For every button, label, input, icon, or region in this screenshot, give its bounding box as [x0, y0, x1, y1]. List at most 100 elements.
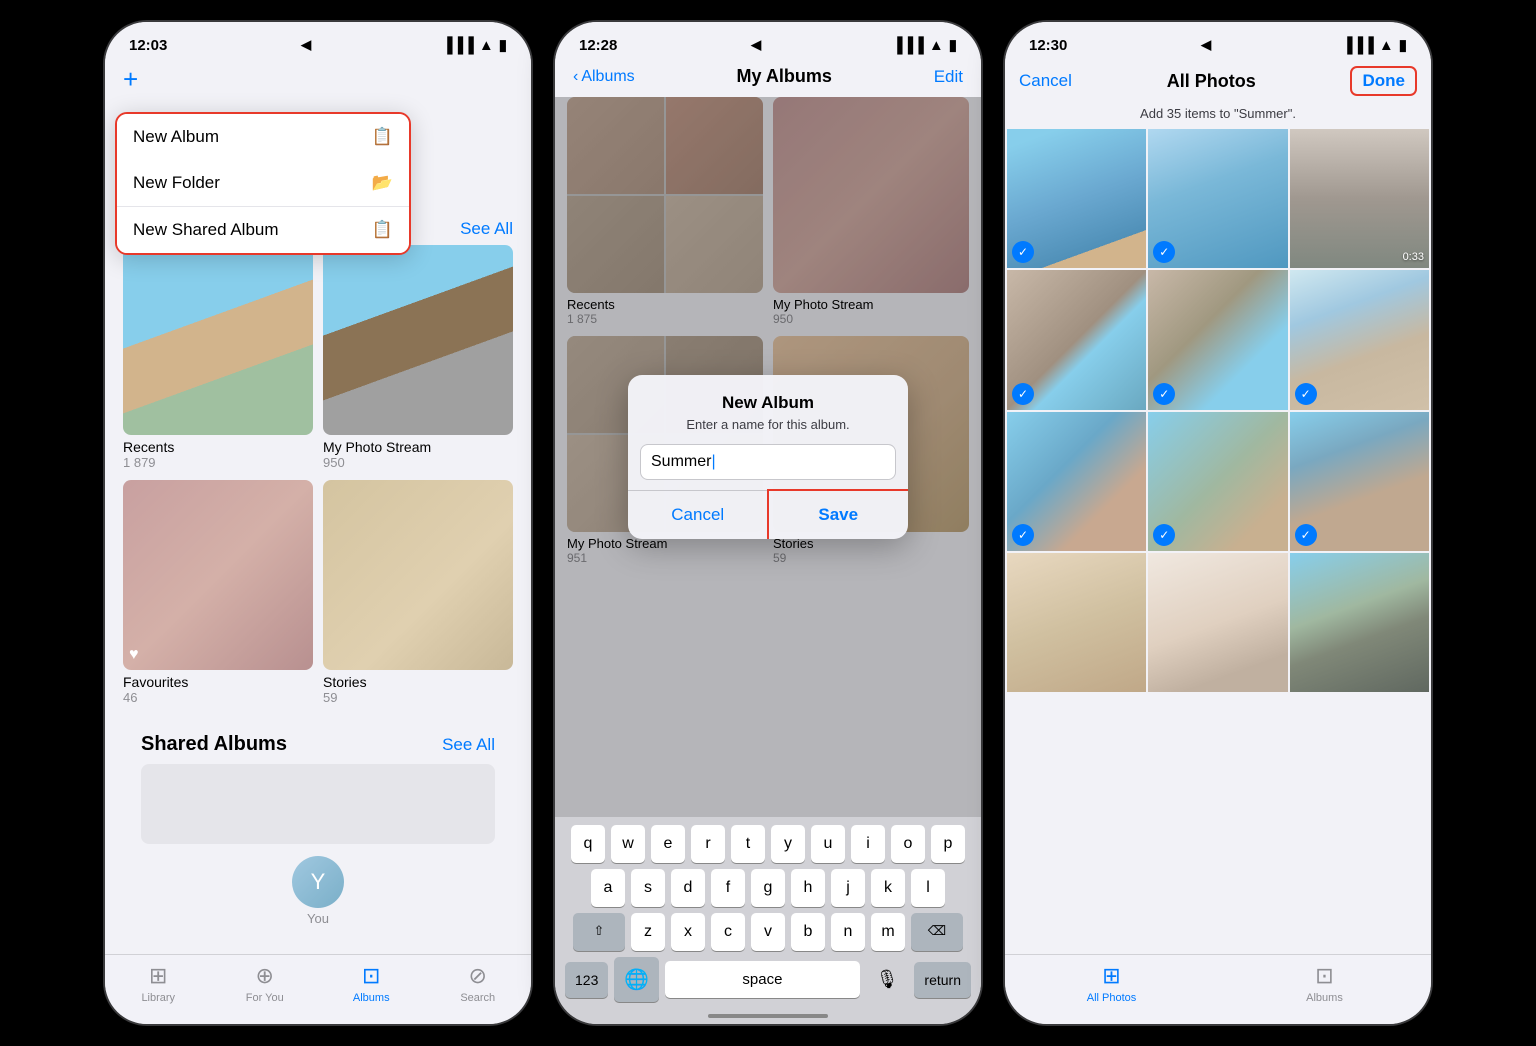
photo-cell-4[interactable]: ✓	[1007, 270, 1146, 409]
shared-header: Shared Albums See All	[141, 725, 495, 764]
dialog-title: New Album	[648, 393, 888, 413]
p3-tab-albums[interactable]: ⊡ Albums	[1218, 963, 1431, 1004]
phone1-tab-bar: ⊞ Library ⊕ For You ⊡ Albums ⊘ Search	[105, 954, 531, 1024]
album-stories-info: Stories 59	[323, 674, 513, 705]
dialog-save-button[interactable]: Save	[767, 489, 909, 539]
photo-cell-7[interactable]: ✓	[1007, 412, 1146, 551]
dialog-subtitle: Enter a name for this album.	[648, 417, 888, 432]
you-avatar[interactable]: Y	[292, 856, 344, 908]
you-section: Y You	[123, 852, 513, 934]
key-b[interactable]: b	[791, 913, 825, 951]
new-folder-icon: 📂	[372, 173, 393, 193]
photo-cell-11[interactable]	[1148, 553, 1287, 692]
key-z[interactable]: z	[631, 913, 665, 951]
photo-cell-12[interactable]	[1290, 553, 1429, 692]
new-shared-album-item[interactable]: New Shared Album 📋	[117, 207, 409, 253]
emoji-key[interactable]: 🌐	[614, 957, 659, 1002]
dialog-cancel-button[interactable]: Cancel	[628, 491, 769, 539]
album-fav-count: 46	[123, 690, 313, 705]
photo-cell-6[interactable]: ✓	[1290, 270, 1429, 409]
tab-albums[interactable]: ⊡ Albums	[318, 963, 425, 1004]
album-recents-info: Recents 1 879	[123, 439, 313, 470]
mic-key[interactable]: 🎙	[866, 959, 909, 1000]
add-button[interactable]: +	[123, 66, 138, 92]
key-o[interactable]: o	[891, 825, 925, 863]
avatar-initial: Y	[311, 869, 326, 895]
library-label: Library	[141, 992, 175, 1004]
album-fav-thumb: ♥	[123, 480, 313, 670]
photo-cell-9[interactable]: ✓	[1290, 412, 1429, 551]
key-p[interactable]: p	[931, 825, 965, 863]
heart-badge: ♥	[129, 646, 139, 664]
check-badge-4: ✓	[1012, 383, 1034, 405]
key-t[interactable]: t	[731, 825, 765, 863]
key-y[interactable]: y	[771, 825, 805, 863]
key-r[interactable]: r	[691, 825, 725, 863]
photo-cell-10[interactable]	[1007, 553, 1146, 692]
tab-for-you[interactable]: ⊕ For You	[212, 963, 319, 1004]
return-key[interactable]: return	[914, 962, 971, 998]
phone2-time: 12:28	[579, 37, 617, 54]
key-a[interactable]: a	[591, 869, 625, 907]
p3-tab-all-photos[interactable]: ⊞ All Photos	[1005, 963, 1218, 1004]
back-button[interactable]: ‹ Albums	[573, 68, 635, 86]
dialog-input-text[interactable]: Summer	[651, 453, 711, 471]
tab-library[interactable]: ⊞ Library	[105, 963, 212, 1004]
shared-see-all-button[interactable]: See All	[442, 735, 495, 755]
key-n[interactable]: n	[831, 913, 865, 951]
album-recents[interactable]: Recents 1 879	[123, 245, 313, 470]
photo-cell-2[interactable]: ✓	[1148, 129, 1287, 268]
see-all-button[interactable]: See All	[460, 219, 513, 239]
key-m[interactable]: m	[871, 913, 905, 951]
new-shared-album-label: New Shared Album	[133, 220, 279, 240]
key-j[interactable]: j	[831, 869, 865, 907]
check-badge-5: ✓	[1153, 383, 1175, 405]
tab-search[interactable]: ⊘ Search	[425, 963, 532, 1004]
p3-cancel-button[interactable]: Cancel	[1019, 71, 1072, 91]
photo-cell-1[interactable]: ✓	[1007, 129, 1146, 268]
key-i[interactable]: i	[851, 825, 885, 863]
key-g[interactable]: g	[751, 869, 785, 907]
key-u[interactable]: u	[811, 825, 845, 863]
phone1-time: 12:03	[129, 37, 167, 54]
photo-cell-5[interactable]: ✓	[1148, 270, 1287, 409]
phone2-frame: 12:28 ◀ ▐▐▐ ▲ ▮ ‹ Albums My Albums Edit	[553, 20, 983, 1026]
delete-key[interactable]: ⌫	[911, 913, 963, 951]
phone3-tab-bar: ⊞ All Photos ⊡ Albums	[1005, 954, 1431, 1024]
space-key[interactable]: space	[665, 961, 859, 998]
key-q[interactable]: q	[571, 825, 605, 863]
numbers-key[interactable]: 123	[565, 962, 608, 998]
key-h[interactable]: h	[791, 869, 825, 907]
dialog-overlay: New Album Enter a name for this album. S…	[555, 97, 981, 817]
edit-button[interactable]: Edit	[934, 67, 963, 87]
for-you-icon: ⊕	[256, 963, 274, 989]
key-x[interactable]: x	[671, 913, 705, 951]
album-stories[interactable]: Stories 59	[323, 480, 513, 705]
key-e[interactable]: e	[651, 825, 685, 863]
album-photo-stream[interactable]: My Photo Stream 950	[323, 245, 513, 470]
key-w[interactable]: w	[611, 825, 645, 863]
shift-key[interactable]: ⇧	[573, 913, 625, 951]
phone2-content: Recents 1 875 My Photo Stream 950	[555, 97, 981, 817]
photo-cell-8[interactable]: ✓	[1148, 412, 1287, 551]
key-c[interactable]: c	[711, 913, 745, 951]
photo-grid: ✓ ✓ 0:33 ✓ ✓ ✓	[1005, 129, 1431, 692]
new-folder-item[interactable]: New Folder 📂	[117, 160, 409, 207]
phone2-status-bar: 12:28 ◀ ▐▐▐ ▲ ▮	[555, 22, 981, 60]
album-stream-thumb	[323, 245, 513, 435]
key-k[interactable]: k	[871, 869, 905, 907]
key-l[interactable]: l	[911, 869, 945, 907]
library-icon: ⊞	[149, 963, 167, 989]
keyboard-row-3: ⇧ z x c v b n m ⌫	[559, 913, 977, 951]
key-v[interactable]: v	[751, 913, 785, 951]
photo-cell-3[interactable]: 0:33	[1290, 129, 1429, 268]
key-d[interactable]: d	[671, 869, 705, 907]
album-favourites[interactable]: ♥ Favourites 46	[123, 480, 313, 705]
phone3-nav: Cancel All Photos Done	[1005, 60, 1431, 106]
new-album-item[interactable]: New Album 📋	[115, 112, 411, 162]
album-recents-name: Recents	[123, 439, 313, 455]
key-f[interactable]: f	[711, 869, 745, 907]
shared-albums-section: Shared Albums See All	[123, 717, 513, 844]
p3-done-button[interactable]: Done	[1350, 66, 1417, 96]
key-s[interactable]: s	[631, 869, 665, 907]
